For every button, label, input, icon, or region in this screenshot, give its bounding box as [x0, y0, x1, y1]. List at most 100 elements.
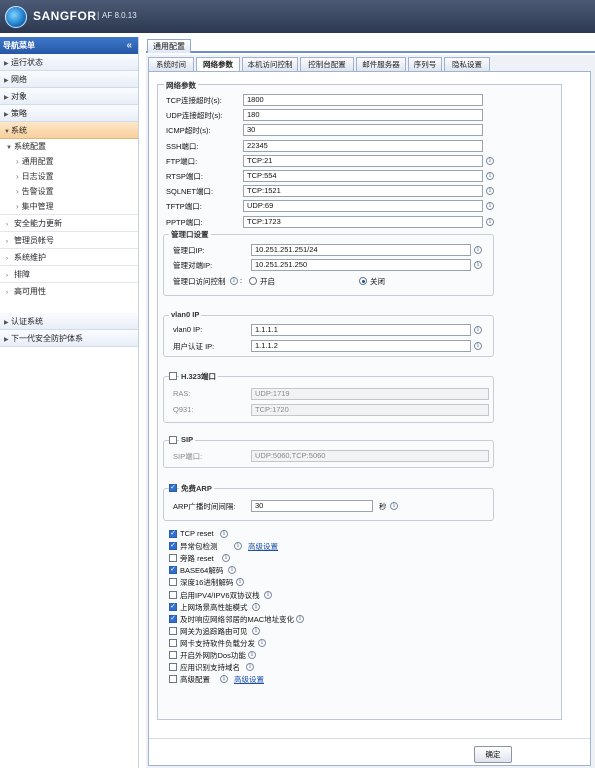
tab-2[interactable]: 本机访问控制 [242, 57, 298, 71]
option-checkbox[interactable] [169, 590, 177, 599]
sidebar-item[interactable]: ▶ 认证系统 [0, 313, 138, 330]
option-checkbox[interactable] [169, 638, 177, 647]
sidebar-subitem[interactable]: › 集中管理 [0, 199, 138, 214]
sidebar-item[interactable]: ▶ 运行状态 [0, 54, 138, 71]
ras-label: RAS: [173, 389, 191, 398]
sidebar-group[interactable]: › 排障 [0, 265, 138, 282]
sidebar-item[interactable]: ▶ 策略 [0, 105, 138, 122]
tab-0[interactable]: 系统时间 [148, 57, 194, 71]
param-label: ICMP超时(s): [166, 126, 211, 136]
info-icon[interactable]: i [474, 246, 482, 254]
param-input[interactable]: 30 [243, 124, 483, 137]
tab-6[interactable]: 隐私设置 [444, 57, 490, 71]
h323-checkbox[interactable] [169, 372, 177, 380]
info-icon[interactable]: i [474, 261, 482, 269]
info-icon[interactable]: i [390, 502, 398, 510]
content-area: 系统时间 网络参数 本机访问控制 控制台配置 邮件服务器 序列号 隐私设置 网络参数 TCP… [146, 55, 595, 768]
info-icon[interactable]: i [228, 566, 236, 575]
tab-4[interactable]: 邮件服务器 [356, 57, 406, 71]
info-icon[interactable]: i [246, 663, 254, 672]
info-icon[interactable]: i [264, 590, 272, 599]
collapse-icon[interactable]: « [126, 37, 132, 54]
arp-interval-input[interactable]: 30 [251, 500, 373, 512]
info-icon[interactable]: i [220, 675, 228, 684]
expand-arrow-icon: ▼ [4, 129, 10, 135]
mgmt-peer-input[interactable]: 10.251.251.250 [251, 259, 471, 271]
sidebar-item[interactable]: ▶ 对象 [0, 88, 138, 105]
access-off-radio[interactable] [359, 277, 367, 285]
option-checkbox[interactable] [169, 663, 177, 672]
sidebar-subitem[interactable]: › 通用配置 [0, 154, 138, 169]
param-input[interactable]: 1800 [243, 94, 483, 106]
param-input[interactable]: TCP:21 [243, 154, 483, 167]
option-checkbox[interactable]: ✓ [169, 614, 177, 623]
option-checkbox[interactable]: ✓ [169, 530, 177, 538]
option-checkbox[interactable]: ✓ [169, 542, 177, 551]
mgmt-access-colon: : [240, 276, 243, 285]
option-checkbox[interactable] [169, 578, 177, 587]
param-input[interactable]: TCP:554 [243, 170, 483, 182]
info-icon[interactable]: i [252, 626, 260, 635]
info-icon[interactable]: i [230, 277, 238, 285]
tab-5[interactable]: 序列号 [408, 57, 442, 71]
info-icon[interactable]: i [486, 156, 494, 165]
sip-checkbox[interactable] [169, 436, 177, 444]
option-label: 及时响应网络邻居的MAC地址变化 [180, 614, 295, 624]
info-icon[interactable]: i [486, 172, 494, 180]
info-icon[interactable]: i [234, 542, 242, 551]
sidebar-group[interactable]: › 管理员帐号 [0, 231, 138, 248]
sidebar-group[interactable]: › 系统维护 [0, 248, 138, 265]
info-icon[interactable]: i [252, 602, 260, 611]
tab-3[interactable]: 控制台配置 [300, 57, 354, 71]
info-icon[interactable]: i [474, 342, 482, 350]
tab-1[interactable]: 网络参数 [196, 57, 240, 72]
sidebar-sub-system-config[interactable]: ▼ 系统配置 [0, 139, 138, 154]
info-icon[interactable]: i [296, 614, 304, 623]
sidebar-group[interactable]: › 安全能力更新 [0, 214, 138, 231]
info-icon[interactable]: i [486, 187, 494, 196]
info-icon[interactable]: i [258, 638, 266, 647]
option-checkbox[interactable] [169, 675, 177, 684]
vlan-auth-input[interactable]: 1.1.1.2 [251, 340, 471, 352]
tab-general-config[interactable]: 通用配置 [147, 39, 191, 53]
mgmt-ip-input[interactable]: 10.251.251.251/24 [251, 244, 471, 256]
sidebar-item[interactable]: ▶ 下一代安全防护体系 [0, 330, 138, 347]
param-label: SSH端口: [166, 141, 199, 151]
sidebar-group[interactable]: › 高可用性 [0, 282, 138, 299]
sidebar-subitem[interactable]: › 告警设置 [0, 184, 138, 199]
sidebar-group-label: 排障 [14, 270, 30, 279]
info-icon[interactable]: i [486, 202, 494, 211]
access-on-radio[interactable] [249, 277, 257, 285]
sidebar-item[interactable]: ▼系统 [0, 122, 138, 139]
info-icon[interactable]: i [220, 530, 228, 538]
info-icon[interactable]: i [236, 578, 244, 587]
param-input[interactable]: TCP:1521 [243, 185, 483, 198]
option-checkbox[interactable] [169, 651, 177, 659]
advanced-settings-link[interactable]: 高级设置 [234, 674, 264, 685]
vlan-ip-label: vlan0 IP: [173, 325, 203, 334]
advanced-settings-link[interactable]: 高级设置 [248, 541, 278, 552]
ok-button[interactable]: 确定 [474, 746, 512, 763]
q931-label: Q931: [173, 405, 194, 414]
option-checkbox[interactable]: ✓ [169, 566, 177, 575]
param-input[interactable]: 180 [243, 109, 483, 122]
vlan-ip-input[interactable]: 1.1.1.1 [251, 324, 471, 336]
arp-title: 免费ARP [179, 483, 214, 494]
sidebar-subitem[interactable]: › 日志设置 [0, 169, 138, 184]
param-input[interactable]: TCP:1723 [243, 215, 483, 228]
info-icon[interactable]: i [248, 651, 256, 659]
sangfor-logo-icon [5, 6, 27, 28]
option-label: 深度16进制解码 [180, 578, 234, 588]
param-input[interactable]: 22345 [243, 139, 483, 152]
bullet-icon: › [16, 202, 19, 211]
option-checkbox[interactable]: ✓ [169, 602, 177, 611]
option-checkbox[interactable] [169, 554, 177, 563]
sidebar-item[interactable]: ▶ 网络 [0, 71, 138, 88]
info-icon[interactable]: i [474, 326, 482, 334]
option-checkbox[interactable] [169, 626, 177, 635]
param-input[interactable]: UDP:69 [243, 200, 483, 213]
access-on-label: 开启 [260, 277, 275, 286]
info-icon[interactable]: i [486, 217, 494, 226]
arp-checkbox[interactable]: ✓ [169, 484, 177, 492]
info-icon[interactable]: i [222, 554, 230, 563]
